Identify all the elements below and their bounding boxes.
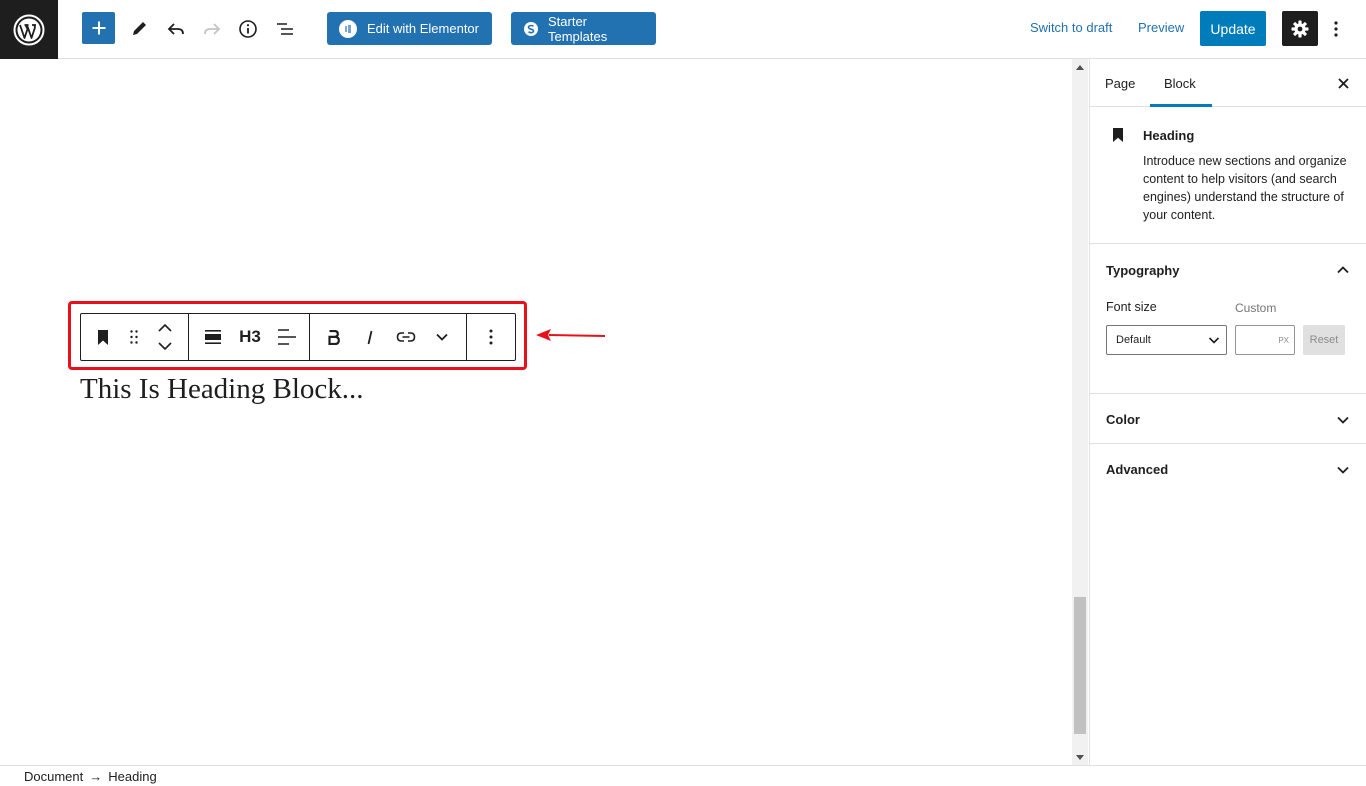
drag-handle-icon [130,330,138,344]
block-toolbar-group-2: H3 [189,314,310,360]
list-view-icon [277,23,293,35]
starter-templates-icon [523,21,539,37]
chevron-up-icon [1337,266,1349,274]
chevron-down-icon [1337,416,1349,424]
block-card-description: Introduce new sections and organize cont… [1143,154,1347,222]
custom-font-size-unit: PX [1278,336,1289,345]
undo-icon [167,23,184,35]
list-view-button[interactable] [268,12,302,46]
editor-canvas[interactable] [0,59,1072,765]
link-icon [396,332,416,342]
scrollbar-thumb[interactable] [1074,597,1086,734]
settings-button[interactable] [1282,11,1318,46]
chevron-down-icon [1337,466,1349,474]
options-menu-button[interactable] [1326,14,1346,44]
heading-level-label: H3 [239,327,261,346]
block-toolbar-group-3 [310,314,467,360]
block-options-button[interactable] [467,314,515,360]
sidebar-tabs: Page Block [1090,59,1366,107]
typography-panel-toggle[interactable] [1335,262,1351,278]
close-sidebar-button[interactable] [1333,73,1353,93]
starter-templates-button[interactable]: Starter Templates [511,12,656,45]
color-panel: Color [1090,394,1366,444]
heading-block-text[interactable]: This Is Heading Block... [80,373,364,406]
block-card: Heading Introduce new sections and organ… [1090,107,1366,244]
chevron-down-icon [1208,337,1220,344]
move-up-icon[interactable] [158,324,172,332]
typography-panel-title[interactable]: Typography [1106,263,1179,278]
tab-page[interactable]: Page [1105,76,1135,91]
edit-with-elementor-label: Edit with Elementor [367,21,479,36]
drag-handle[interactable] [125,314,143,360]
block-alignment-button[interactable] [195,314,231,360]
more-formatting-button[interactable] [424,314,460,360]
bold-icon [328,329,340,345]
add-block-button[interactable] [82,12,115,44]
bookmark-icon [98,329,108,345]
italic-icon [367,330,373,344]
breadcrumb-item-document[interactable]: Document [24,769,83,784]
breadcrumb-separator: → [89,768,103,784]
close-icon [1337,77,1349,89]
italic-button[interactable] [352,314,388,360]
block-card-title: Heading [1143,128,1195,143]
starter-templates-label: Starter Templates [548,13,608,44]
breadcrumb: Document → Heading [0,765,1366,786]
block-toolbar-group-1 [81,314,189,360]
preview-button[interactable]: Preview [1138,20,1184,35]
chevron-down-icon [436,333,448,341]
more-vertical-icon [489,329,493,345]
elementor-icon [339,19,357,38]
redo-icon [204,23,221,35]
block-toolbar: H3 [80,313,516,361]
align-wide-icon [205,330,221,344]
editor-header: Edit with Elementor Starter Templates Sw… [0,0,1366,59]
info-icon [239,20,257,38]
move-down-icon[interactable] [158,342,172,350]
annotation-arrow-icon [536,329,606,341]
reset-font-size-button[interactable]: Reset [1303,325,1345,355]
canvas-scrollbar[interactable] [1072,59,1088,765]
advanced-panel-toggle[interactable] [1335,462,1351,478]
bold-button[interactable] [316,314,352,360]
advanced-panel: Advanced [1090,444,1366,494]
edit-with-elementor-button[interactable]: Edit with Elementor [327,12,492,45]
tab-block[interactable]: Block [1164,76,1196,91]
plus-icon [92,21,105,35]
details-button[interactable] [231,12,265,46]
bookmark-icon [1113,128,1123,142]
undo-button[interactable] [159,12,193,46]
link-button[interactable] [388,314,424,360]
pencil-icon [133,22,146,35]
redo-button[interactable] [195,12,229,46]
font-size-select-value: Default [1116,334,1151,346]
wordpress-icon [13,14,45,45]
color-panel-title[interactable]: Color [1106,412,1140,427]
custom-font-size-input[interactable]: PX [1235,325,1295,355]
block-type-switcher[interactable] [81,314,125,360]
breadcrumb-item-heading: Heading [108,768,157,784]
custom-size-label: Custom [1235,301,1277,315]
align-left-icon [278,329,296,345]
font-size-select[interactable]: Default [1106,325,1227,355]
wordpress-logo-button[interactable] [0,0,58,59]
gear-icon [1291,20,1309,37]
font-size-label: Font size [1106,300,1157,314]
tools-button[interactable] [122,12,156,46]
scroll-up-arrow-icon[interactable] [1072,59,1088,75]
heading-level-button[interactable]: H3 [231,314,269,360]
block-toolbar-group-4 [467,314,515,360]
switch-to-draft-button[interactable]: Switch to draft [1030,20,1112,35]
more-vertical-icon [1334,21,1338,37]
block-mover [143,314,187,360]
advanced-panel-title[interactable]: Advanced [1106,462,1168,477]
typography-panel: Typography Font size Custom Default PX R… [1090,244,1366,394]
scroll-down-arrow-icon[interactable] [1072,749,1088,765]
text-align-button[interactable] [269,314,305,360]
color-panel-toggle[interactable] [1335,412,1351,428]
settings-sidebar: Page Block Heading Introduce new section… [1089,59,1366,765]
update-button[interactable]: Update [1200,11,1266,46]
